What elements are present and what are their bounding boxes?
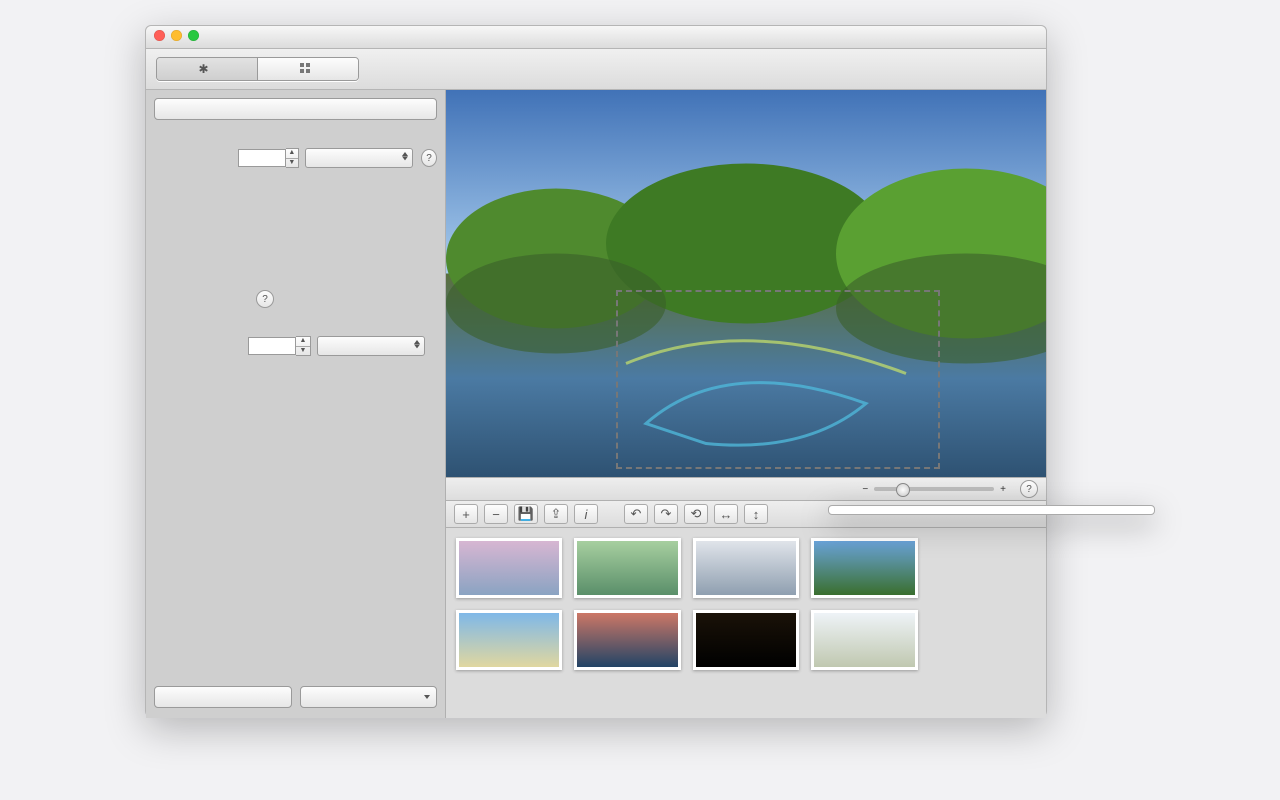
thumbnail[interactable] xyxy=(456,538,562,598)
save-button[interactable]: 💾 xyxy=(514,504,538,524)
vertical-unit-popup[interactable] xyxy=(317,336,425,356)
thumbnail[interactable] xyxy=(574,610,680,670)
mode-toolbar xyxy=(146,49,1046,90)
app-window: ▲▼ ? ? ▲▼ xyxy=(145,25,1047,717)
add-button[interactable]: + xyxy=(454,504,478,524)
help-icon[interactable]: ? xyxy=(256,290,274,308)
rotate-right-button[interactable]: ↷ xyxy=(654,504,678,524)
help-icon[interactable]: ? xyxy=(1020,480,1038,498)
gear-icon xyxy=(199,63,211,75)
info-button[interactable]: i xyxy=(574,504,598,524)
zoom-icon[interactable] xyxy=(188,30,199,41)
thumbnail[interactable] xyxy=(456,610,562,670)
thumbnail[interactable] xyxy=(693,538,799,598)
zoom-control: − + ? xyxy=(862,480,1038,498)
save-as-preset-button[interactable] xyxy=(154,686,292,708)
grid-icon xyxy=(300,63,312,75)
minimize-icon[interactable] xyxy=(171,30,182,41)
thumbnail[interactable] xyxy=(574,538,680,598)
zoom-slider[interactable] xyxy=(874,487,994,491)
main-panel: − + ? + − 💾 ⇪ i ↶ ↷ ⟲ ↔ xyxy=(446,90,1046,718)
sidebar: ▲▼ ? ? ▲▼ xyxy=(146,90,446,718)
thumbnail-grid xyxy=(446,528,1046,718)
flip-h-button[interactable]: ↔ xyxy=(714,504,738,524)
vertical-input[interactable] xyxy=(248,337,296,355)
vertical-stepper[interactable]: ▲▼ xyxy=(296,336,311,356)
zoom-in-icon[interactable]: + xyxy=(1000,484,1006,495)
anchor-grid xyxy=(256,196,322,262)
flip-v-button[interactable]: ↕ xyxy=(744,504,768,524)
rotate-180-button[interactable]: ⟲ xyxy=(684,504,708,524)
thumbnail[interactable] xyxy=(811,538,917,598)
mode-toggle xyxy=(156,57,359,81)
width-row: ▲▼ ? xyxy=(154,148,437,168)
export-button[interactable]: ⇪ xyxy=(544,504,568,524)
edge-offset-row: ? xyxy=(154,290,437,308)
width-unit-popup[interactable] xyxy=(305,148,413,168)
mode-presets[interactable] xyxy=(258,58,358,80)
context-menu xyxy=(828,505,1155,515)
window-controls xyxy=(154,30,199,41)
remove-button[interactable]: − xyxy=(484,504,508,524)
selection-box[interactable] xyxy=(616,290,940,469)
rotate-left-button[interactable]: ↶ xyxy=(624,504,648,524)
preview-area[interactable] xyxy=(446,90,1046,477)
width-input[interactable] xyxy=(238,149,286,167)
zoom-knob[interactable] xyxy=(896,483,910,497)
help-icon[interactable]: ? xyxy=(421,149,437,167)
width-stepper[interactable]: ▲▼ xyxy=(286,148,299,168)
anchor-row xyxy=(154,196,437,262)
close-icon[interactable] xyxy=(154,30,165,41)
thumbnail[interactable] xyxy=(693,610,799,670)
titlebar xyxy=(146,26,1046,49)
preview-info-bar: − + ? xyxy=(446,477,1046,501)
vertical-row: ▲▼ xyxy=(154,336,437,356)
mode-single[interactable] xyxy=(157,58,258,80)
zoom-out-icon[interactable]: − xyxy=(862,484,868,495)
thumbnail[interactable] xyxy=(811,610,917,670)
load-from-preset-button[interactable] xyxy=(300,686,438,708)
sidebar-tabs xyxy=(154,98,437,120)
